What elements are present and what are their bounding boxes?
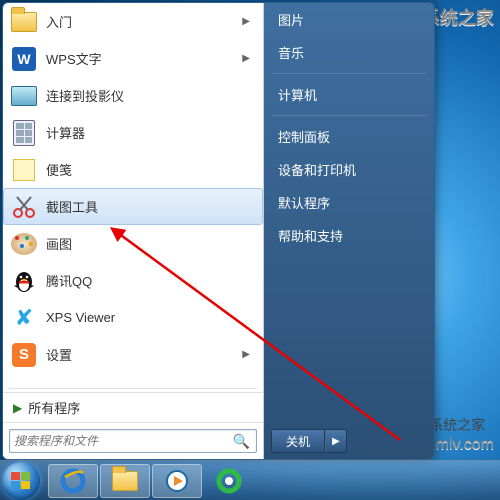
qq-penguin-icon: [10, 267, 38, 295]
xps-icon: ✘: [10, 304, 38, 332]
app-label: WPS文字: [46, 49, 102, 68]
search-input[interactable]: [14, 434, 231, 448]
projector-icon: [10, 82, 38, 110]
taskbar-explorer[interactable]: [100, 464, 150, 498]
taskbar-360browser[interactable]: [204, 464, 254, 498]
app-label: 入门: [46, 12, 72, 31]
right-item-music[interactable]: 音乐: [264, 36, 434, 69]
chevron-right-icon: ▶: [242, 53, 250, 64]
app-item-paint[interactable]: 画图: [3, 225, 263, 262]
shutdown-options-button[interactable]: ▶: [325, 429, 347, 453]
shutdown-area: 关机 ▶: [271, 429, 347, 453]
calculator-icon: [10, 119, 38, 147]
app-label: 画图: [46, 234, 72, 253]
search-icon[interactable]: 🔍: [231, 433, 252, 450]
separator: [9, 388, 257, 389]
app-item-xps[interactable]: ✘ XPS Viewer: [3, 299, 263, 336]
app-label: 便笺: [46, 160, 72, 179]
all-programs[interactable]: ▶ 所有程序: [3, 392, 263, 422]
app-label: 腾讯QQ: [46, 271, 92, 290]
start-button[interactable]: [2, 462, 46, 500]
taskbar[interactable]: [0, 460, 500, 500]
start-menu-right-column: 图片 音乐 计算机 控制面板 设备和打印机 默认程序 帮助和支持: [264, 3, 434, 459]
shutdown-button[interactable]: 关机: [271, 429, 325, 453]
all-programs-label: 所有程序: [28, 398, 80, 417]
right-item-default-programs[interactable]: 默认程序: [264, 186, 434, 219]
chevron-right-icon: ▶: [242, 349, 250, 360]
folder-icon: [112, 471, 138, 491]
taskbar-mediaplayer[interactable]: [152, 464, 202, 498]
search-box[interactable]: 🔍: [9, 429, 257, 453]
app-label: 截图工具: [46, 197, 98, 216]
windows-flag-icon: [11, 472, 31, 490]
app-label: 计算器: [46, 123, 85, 142]
app-item-stickynotes[interactable]: 便笺: [3, 151, 263, 188]
sticky-note-icon: [10, 156, 38, 184]
wps-icon: W: [10, 45, 38, 73]
app-item-sogou-settings[interactable]: S 设置 ▶: [3, 336, 263, 373]
taskbar-ie[interactable]: [48, 464, 98, 498]
sogou-icon: S: [10, 341, 38, 369]
right-item-control-panel[interactable]: 控制面板: [264, 120, 434, 153]
separator: [272, 73, 426, 74]
app-item-snipping-tool[interactable]: 截图工具: [3, 188, 263, 225]
app-label: XPS Viewer: [46, 310, 115, 325]
right-item-computer[interactable]: 计算机: [264, 78, 434, 111]
start-menu-left-column: 入门 ▶ W WPS文字 ▶ 连接到投影仪 计算器 便笺: [3, 3, 264, 459]
palette-icon: [10, 230, 38, 258]
right-item-pictures[interactable]: 图片: [264, 3, 434, 36]
triangle-right-icon: ▶: [13, 401, 22, 415]
browser-360-icon: [215, 467, 243, 495]
start-menu: 入门 ▶ W WPS文字 ▶ 连接到投影仪 计算器 便笺: [2, 2, 435, 460]
chevron-right-icon: ▶: [242, 16, 250, 27]
folder-icon: [10, 8, 38, 36]
app-item-projector[interactable]: 连接到投影仪: [3, 77, 263, 114]
ie-icon: [59, 467, 87, 495]
app-item-wps[interactable]: W WPS文字 ▶: [3, 40, 263, 77]
app-label: 连接到投影仪: [46, 86, 124, 105]
right-item-help[interactable]: 帮助和支持: [264, 219, 434, 252]
app-item-calculator[interactable]: 计算器: [3, 114, 263, 151]
app-item-getting-started[interactable]: 入门 ▶: [3, 3, 263, 40]
app-item-qq[interactable]: 腾讯QQ: [3, 262, 263, 299]
app-list: 入门 ▶ W WPS文字 ▶ 连接到投影仪 计算器 便笺: [3, 3, 263, 385]
app-label: 设置: [46, 345, 72, 364]
separator: [272, 115, 426, 116]
search-bar: 🔍: [3, 422, 263, 459]
scissors-icon: [10, 193, 38, 221]
right-item-devices[interactable]: 设备和打印机: [264, 153, 434, 186]
media-player-icon: [164, 468, 190, 494]
